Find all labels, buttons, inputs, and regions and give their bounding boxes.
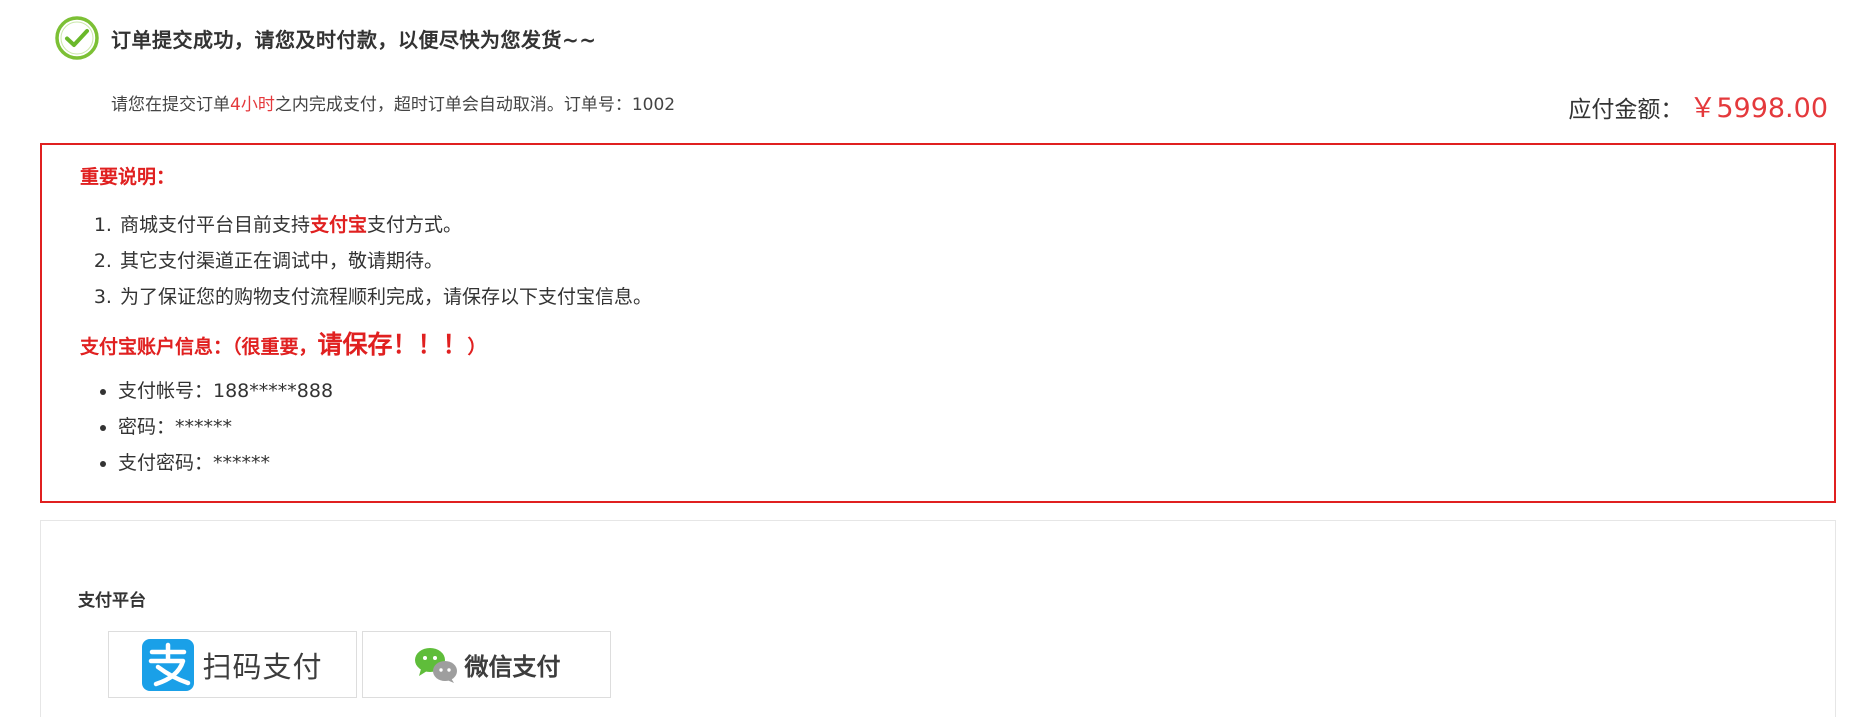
amount-due: 应付金额： ￥5998.00	[1568, 86, 1828, 125]
account-info-item: 密码：******	[118, 409, 333, 445]
payment-platform-label: 支付平台	[78, 591, 146, 611]
notice-prefix: 请您在提交订单	[111, 95, 230, 115]
important-title: 重要说明：	[80, 166, 176, 188]
important-item-prefix: 商城支付平台目前支持	[120, 214, 311, 236]
check-circle-icon	[53, 14, 101, 62]
order-number: 1002	[631, 95, 676, 115]
alipay-label: 扫码支付	[202, 649, 323, 684]
important-list: 商城支付平台目前支持支付宝支付方式。 其它支付渠道正在调试中，敬请期待。 为了保…	[94, 207, 652, 315]
account-title-suffix: ）	[467, 336, 487, 358]
account-title-emphasis: 请保存！！！	[317, 330, 468, 359]
notice-time-highlight: 4小时	[230, 95, 275, 115]
alipay-highlight: 支付宝	[310, 214, 368, 236]
important-item: 为了保证您的购物支付流程顺利完成，请保存以下支付宝信息。	[118, 279, 652, 315]
payment-panel: 支付平台 扫码支付 微信支付	[40, 520, 1836, 717]
important-item: 商城支付平台目前支持支付宝支付方式。	[118, 207, 652, 243]
alipay-scan-pay-button[interactable]: 扫码支付	[108, 631, 357, 698]
important-item: 其它支付渠道正在调试中，敬请期待。	[118, 243, 652, 279]
account-info-list: 支付帐号：188*****888 密码：****** 支付密码：******	[94, 373, 333, 481]
alipay-icon	[142, 638, 195, 691]
wechat-icon	[413, 645, 459, 685]
wechat-pay-button[interactable]: 微信支付	[362, 631, 611, 698]
important-notice-box: 重要说明： 商城支付平台目前支持支付宝支付方式。 其它支付渠道正在调试中，敬请期…	[40, 143, 1836, 503]
wechat-label: 微信支付	[464, 653, 561, 681]
order-payment-page: 订单提交成功，请您及时付款，以便尽快为您发货~~ 请您在提交订单4小时之内完成支…	[0, 0, 1874, 717]
account-info-item: 支付帐号：188*****888	[118, 373, 333, 409]
account-info-item: 支付密码：******	[118, 445, 333, 481]
account-title-prefix: 支付宝账户信息：（很重要，	[80, 336, 318, 358]
amount-value: ￥5998.00	[1689, 93, 1828, 124]
notice-suffix: 之内完成支付，超时订单会自动取消。订单号：	[274, 95, 632, 115]
important-item-suffix: 支付方式。	[367, 214, 463, 236]
amount-label: 应付金额：	[1568, 97, 1684, 123]
success-title: 订单提交成功，请您及时付款，以便尽快为您发货~~	[111, 27, 597, 52]
success-header: 订单提交成功，请您及时付款，以便尽快为您发货~~	[53, 14, 597, 62]
alipay-account-title: 支付宝账户信息：（很重要， 请保存！！！）	[80, 325, 487, 361]
payment-deadline-notice: 请您在提交订单4小时之内完成支付，超时订单会自动取消。订单号：1002	[111, 90, 675, 115]
